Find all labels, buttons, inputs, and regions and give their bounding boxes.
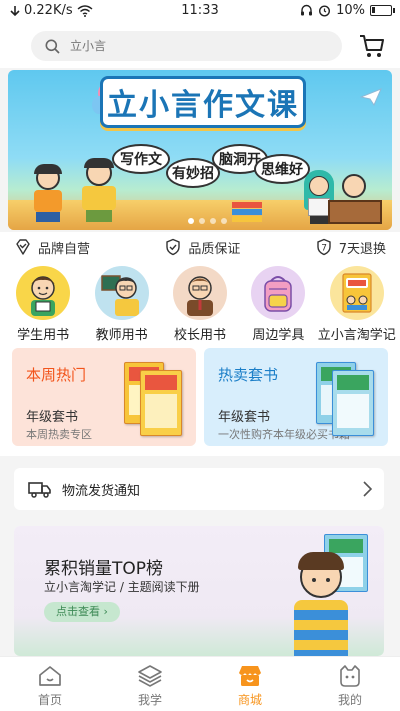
- category-grid: 学生用书 教师用书 校长用书 周边学具 立小言淘学记: [0, 262, 400, 344]
- tab-profile[interactable]: 我的: [300, 657, 400, 711]
- tab-home[interactable]: 首页: [0, 657, 100, 711]
- guarantee-return: 7 7天退换: [315, 238, 386, 257]
- chevron-right-icon: [363, 481, 372, 497]
- student-character-figure: [78, 158, 118, 222]
- category-student-books[interactable]: 学生用书: [4, 262, 82, 344]
- category-label: 周边学具: [252, 328, 305, 343]
- notice-label: 物流发货通知: [62, 483, 141, 499]
- profile-face-icon: [340, 665, 360, 687]
- paper-plane-icon: [360, 88, 382, 106]
- carousel-dot[interactable]: [210, 218, 216, 224]
- shield-check-icon: [166, 238, 181, 256]
- guarantee-label: 品牌自营: [38, 241, 91, 257]
- diamond-check-icon: [16, 239, 30, 255]
- principal-icon: [172, 266, 227, 320]
- banner-title: 立小言作文课: [100, 76, 306, 128]
- tab-learn[interactable]: 我学: [100, 657, 200, 711]
- tab-label: 首页: [37, 693, 62, 707]
- category-teacher-books[interactable]: 教师用书: [83, 262, 161, 344]
- teacher-icon: [94, 266, 149, 320]
- battery-icon: [370, 5, 395, 16]
- home-icon: [39, 666, 61, 686]
- promo-title: 本周热门: [26, 366, 87, 384]
- tab-label: 商城: [237, 693, 262, 707]
- seven-day-return-icon: 7: [317, 238, 331, 256]
- truck-icon: [28, 482, 51, 498]
- category-supplies[interactable]: 周边学具: [239, 262, 317, 344]
- promo-subtitle: 年级套书: [26, 410, 79, 425]
- book-cover-icon: [329, 266, 384, 320]
- carousel-dot[interactable]: [199, 218, 205, 224]
- search-input[interactable]: [70, 39, 310, 53]
- promo-section: 本周热门 年级套书 本周热卖专区 热卖套书 年级套书 一次性购齐本年级必买书籍: [0, 344, 400, 456]
- category-lixiaoyan-notes[interactable]: 立小言淘学记: [318, 262, 396, 344]
- promo-title: 热卖套书: [218, 366, 279, 384]
- category-label: 校长用书: [173, 328, 226, 343]
- mascot-character-figure: [286, 552, 356, 656]
- search-bar[interactable]: [31, 31, 342, 61]
- bottom-tab-bar: 首页 我学 商城 我的: [0, 656, 400, 711]
- view-button[interactable]: 点击查看 ›: [44, 602, 120, 622]
- status-right: 10%: [300, 3, 395, 18]
- svg-text:7: 7: [321, 244, 327, 254]
- cart-icon[interactable]: [358, 32, 386, 60]
- tab-label: 我学: [137, 693, 162, 707]
- boy-character-figure: [30, 164, 66, 222]
- carousel-dot[interactable]: [188, 218, 194, 224]
- promo-card-hot-weekly[interactable]: 本周热门 年级套书 本周热卖专区: [12, 348, 196, 446]
- promo-description: 一次性购齐本年级必买书籍: [218, 428, 350, 441]
- banner-bubble: 写作文: [112, 144, 170, 174]
- shipping-notice[interactable]: 物流发货通知: [14, 468, 384, 510]
- promo-description: 本周热卖专区: [26, 428, 92, 441]
- battery-percent: 10%: [336, 3, 365, 18]
- book-stack-decoration: [232, 202, 262, 222]
- top-sales-subtitle: 立小言淘学记 / 主题阅读下册: [44, 580, 200, 594]
- view-button-label: 点击查看: [56, 605, 100, 618]
- status-bar: 0.22K/s 11:33 10%: [0, 0, 400, 22]
- category-label: 立小言淘学记: [317, 328, 396, 343]
- carousel-dots[interactable]: [188, 218, 227, 224]
- teacher-desk-figure: [328, 174, 382, 224]
- guarantee-label: 品质保证: [188, 241, 241, 257]
- guarantee-label: 7天退换: [338, 241, 386, 257]
- top-sales-title: 累积销量TOP榜: [44, 559, 164, 579]
- guarantee-brand: 品牌自营: [14, 238, 90, 257]
- category-label: 学生用书: [17, 328, 70, 343]
- headset-icon: [301, 4, 313, 16]
- promo-subtitle: 年级套书: [218, 410, 271, 425]
- category-label: 教师用书: [95, 328, 148, 343]
- guarantee-strip: 品牌自营 品质保证 7 7天退换: [0, 232, 400, 262]
- guarantee-quality: 品质保证: [164, 238, 240, 257]
- layers-icon: [138, 665, 162, 687]
- shop-icon: [239, 666, 261, 686]
- backpack-icon: [251, 266, 306, 320]
- book-cover-image: [332, 370, 374, 436]
- student-icon: [16, 266, 71, 320]
- tab-label: 我的: [337, 693, 362, 707]
- promo-card-hot-sets[interactable]: 热卖套书 年级套书 一次性购齐本年级必买书籍: [204, 348, 388, 446]
- search-icon: [45, 39, 60, 54]
- carousel-dot[interactable]: [221, 218, 227, 224]
- header: [0, 22, 400, 68]
- tab-shop[interactable]: 商城: [200, 657, 300, 711]
- top-sales-card[interactable]: 累积销量TOP榜 立小言淘学记 / 主题阅读下册 点击查看 ›: [14, 526, 384, 656]
- promo-banner[interactable]: 立小言作文课 写作文 有妙招 脑洞开 思维好: [8, 70, 392, 230]
- category-principal-books[interactable]: 校长用书: [161, 262, 239, 344]
- banner-bubble: 思维好: [254, 154, 310, 184]
- alarm-icon: [319, 5, 331, 17]
- book-cover-image: [140, 370, 182, 436]
